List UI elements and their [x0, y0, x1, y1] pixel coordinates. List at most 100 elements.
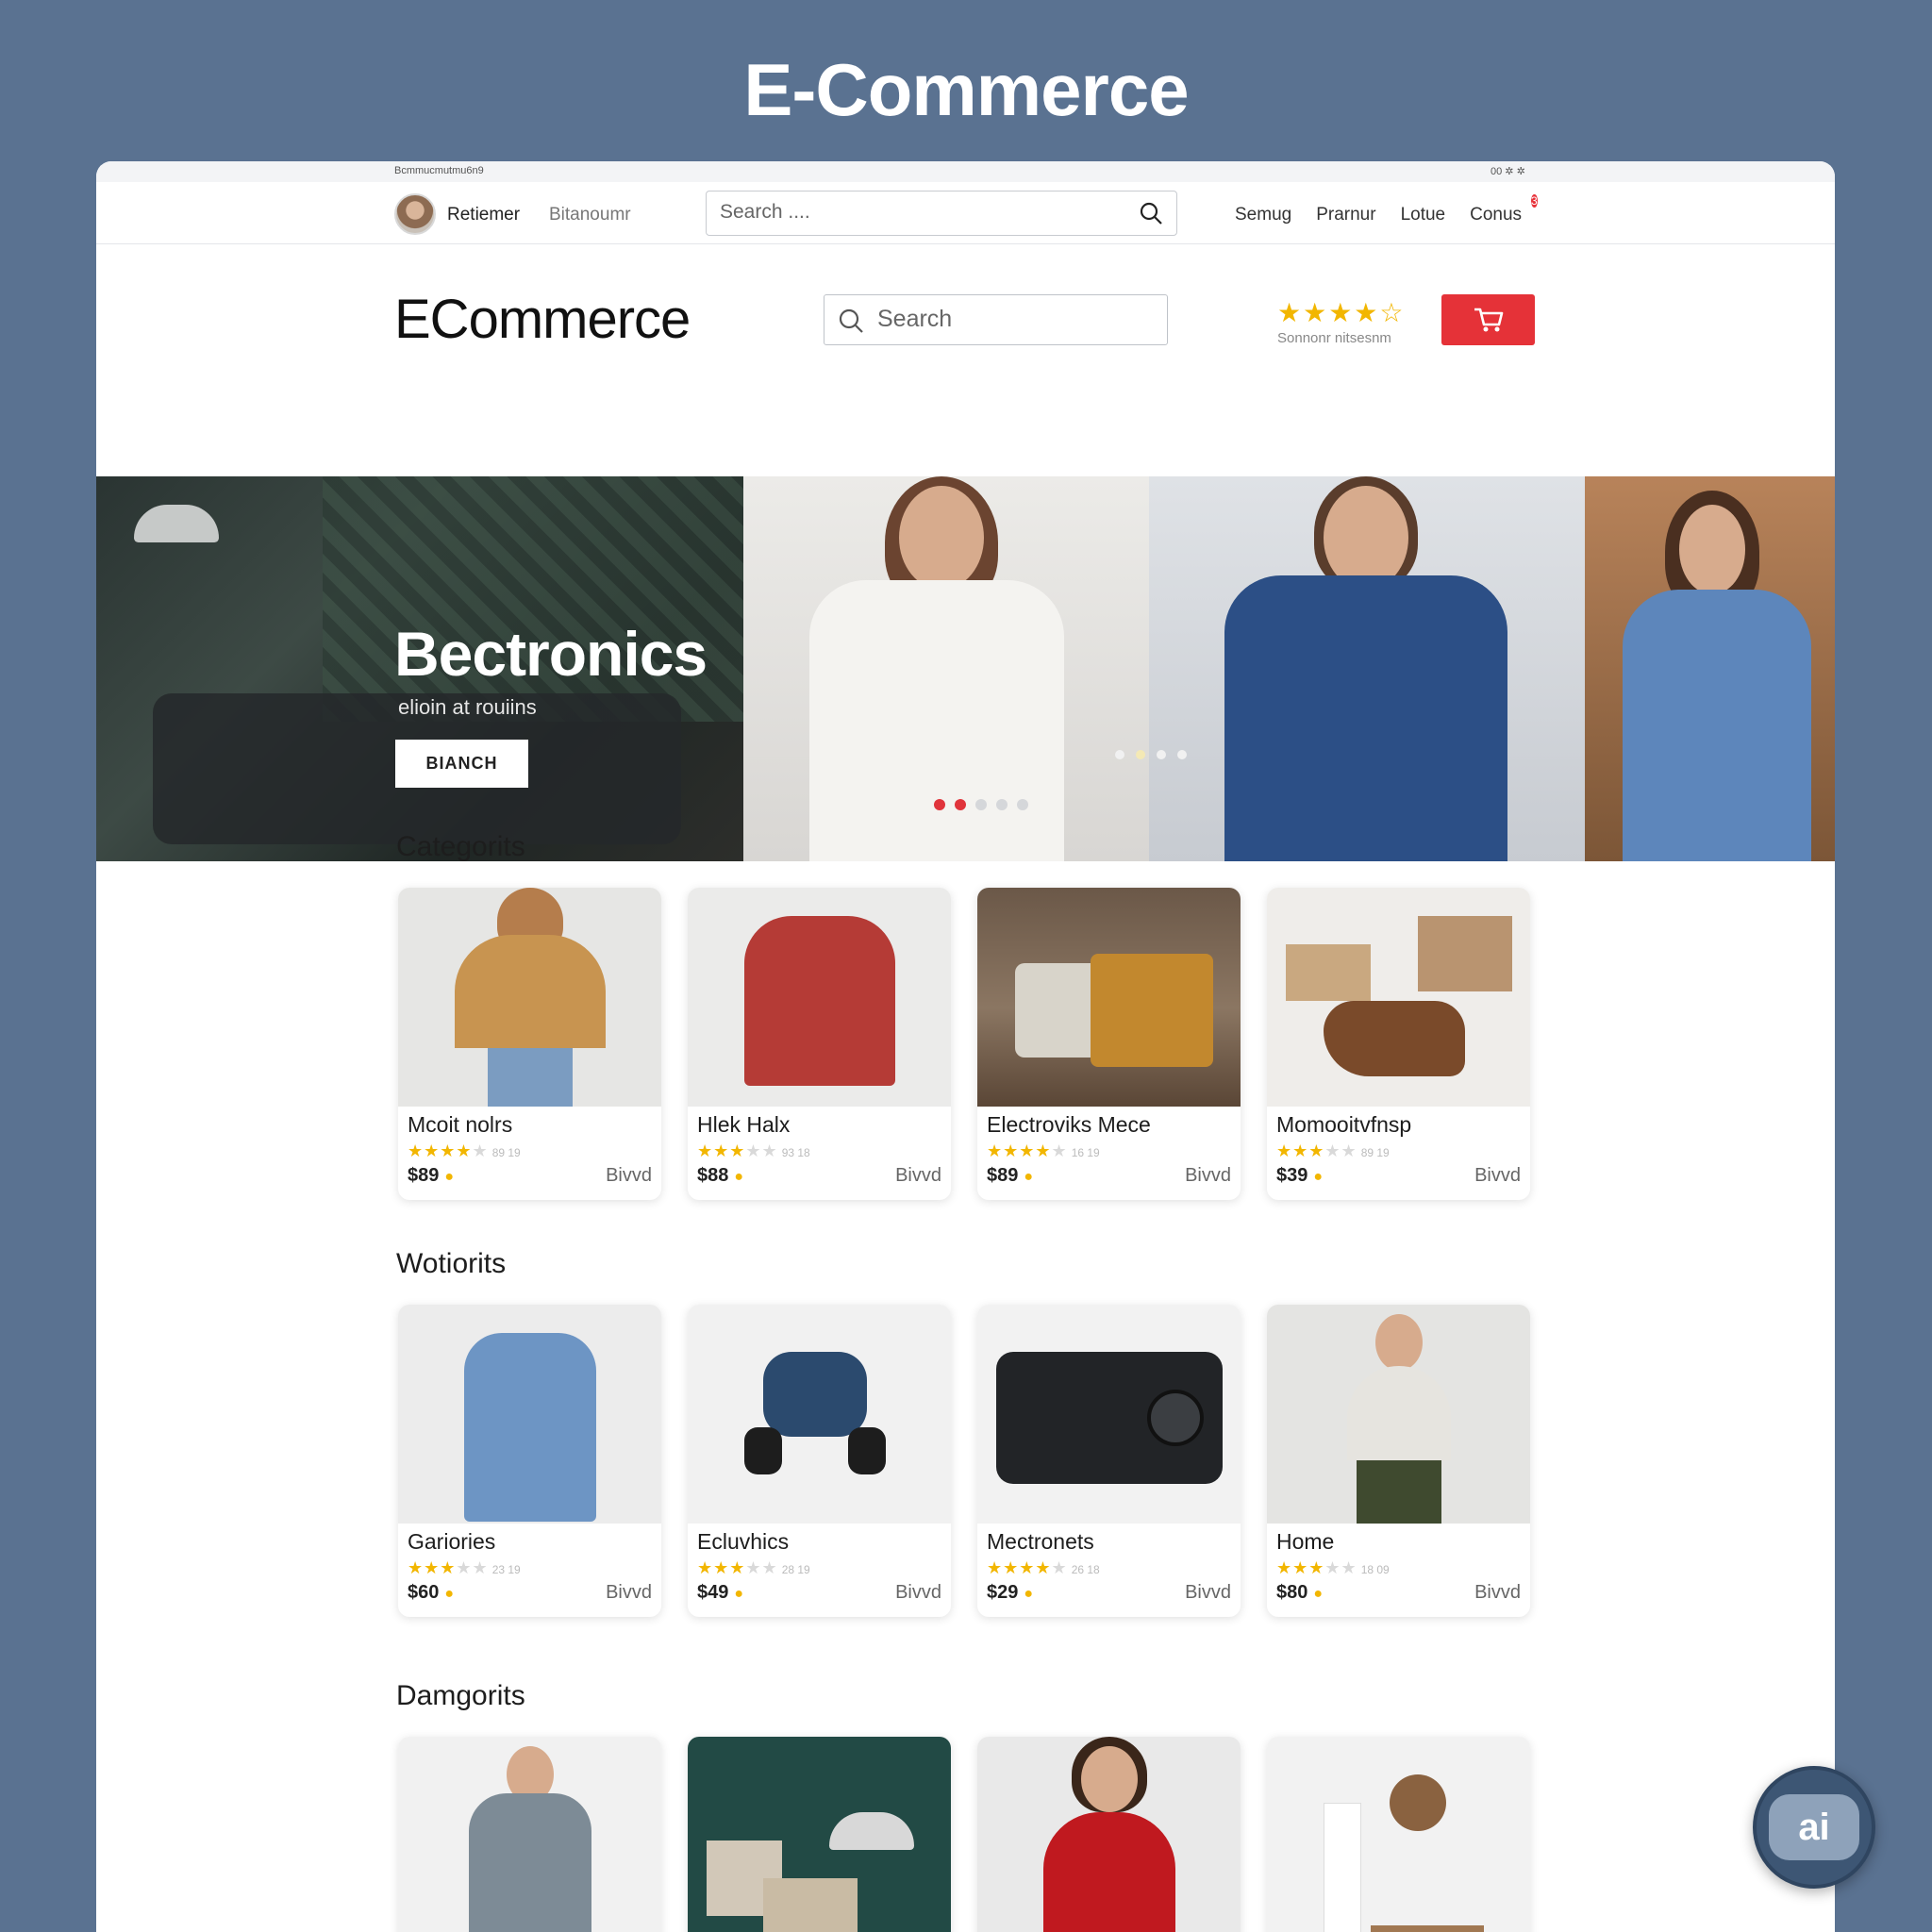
avatar[interactable]: [394, 193, 436, 235]
carousel-dot[interactable]: [934, 799, 945, 810]
product-rating: ★★★★★ 16 19: [977, 1138, 1241, 1161]
rating-label: Sonnonr nitsesnm: [1277, 330, 1391, 346]
product-card[interactable]: Hlek Halx ★★★★★ 93 18 $88 ● Bivvd: [688, 888, 951, 1200]
carousel-dot[interactable]: [955, 799, 966, 810]
product-rating: ★★★★★ 23 19: [398, 1555, 661, 1578]
product-name: Gariories: [408, 1529, 496, 1554]
carousel-dot[interactable]: [975, 799, 987, 810]
product-image: [688, 888, 951, 1107]
product-card[interactable]: [977, 1737, 1241, 1932]
rating-stars: ★★★: [697, 1558, 746, 1577]
rating-stars-empty: ★★: [1324, 1141, 1357, 1160]
rating-widget: ★★★★☆ Sonnonr nitsesnm: [1277, 297, 1406, 346]
product-name: Momooitvfnsp: [1276, 1112, 1412, 1137]
product-action-link[interactable]: Bivvd: [895, 1165, 941, 1187]
product-card[interactable]: [1267, 1737, 1530, 1932]
product-price: $29 ●: [987, 1582, 1034, 1603]
nav-search-input[interactable]: [707, 192, 1084, 233]
carousel-pagination: [934, 799, 1028, 810]
rating-count: 89 19: [1360, 1146, 1390, 1159]
top-link-lotue[interactable]: Lotue: [1401, 205, 1446, 226]
product-rating: ★★★★★ 26 18: [977, 1555, 1241, 1578]
product-price: $39 ●: [1276, 1165, 1324, 1186]
rating-stars: ★★★: [697, 1141, 746, 1160]
rating-stars: ★★★★: [408, 1141, 473, 1160]
product-card[interactable]: [688, 1737, 951, 1932]
product-card[interactable]: [398, 1737, 661, 1932]
slide-dots: [1115, 750, 1187, 759]
product-image: [688, 1737, 951, 1932]
product-image: [398, 1737, 661, 1932]
product-card[interactable]: Home ★★★★★ 18 09 $80 ● Bivvd: [1267, 1305, 1530, 1617]
product-image: [977, 1737, 1241, 1932]
top-sub-brand[interactable]: Bitanoumr: [549, 205, 631, 225]
carousel-dot[interactable]: [996, 799, 1008, 810]
top-link-prarnur[interactable]: Prarnur: [1316, 205, 1375, 226]
product-action-link[interactable]: Bivvd: [1474, 1165, 1521, 1187]
rating-stars-empty: ★: [472, 1141, 489, 1160]
product-grid: Mcoit nolrs ★★★★★ 89 19 $89 ● Bivvd Hlek Ha…: [398, 888, 1530, 1200]
status-right-text: 00 ✲ ✲: [1491, 166, 1525, 177]
product-action-link[interactable]: Bivvd: [1474, 1582, 1521, 1604]
product-card[interactable]: Electroviks Mece ★★★★★ 16 19 $89 ● Bivvd: [977, 888, 1241, 1200]
product-price: $88 ●: [697, 1165, 744, 1186]
product-image: [977, 1305, 1241, 1524]
product-card[interactable]: Momooitvfnsp ★★★★★ 89 19 $39 ● Bivvd: [1267, 888, 1530, 1200]
lamp-image: [134, 505, 219, 542]
hero-slide-man-denim: [1149, 476, 1585, 861]
hero-cta-button[interactable]: BIANCH: [395, 740, 528, 788]
top-link-conus[interactable]: Conus 3: [1470, 194, 1538, 226]
product-action-link[interactable]: Bivvd: [1185, 1582, 1231, 1604]
slide-dot[interactable]: [1177, 750, 1187, 759]
rating-stars: ★★★: [1276, 1558, 1325, 1577]
product-image: [977, 888, 1241, 1107]
search-icon[interactable]: [1139, 201, 1163, 225]
slide-dot[interactable]: [1115, 750, 1124, 759]
cart-button[interactable]: [1441, 294, 1535, 345]
product-rating: ★★★★★ 93 18: [688, 1138, 951, 1161]
section-title: Wotiorits: [396, 1248, 507, 1279]
search-icon: [839, 308, 863, 333]
product-price: $49 ●: [697, 1582, 744, 1603]
product-action-link[interactable]: Bivvd: [1185, 1165, 1231, 1187]
hero-slide-woman-overalls: [1585, 476, 1835, 861]
product-grid: [398, 1737, 1530, 1932]
product-card[interactable]: Mcoit nolrs ★★★★★ 89 19 $89 ● Bivvd: [398, 888, 661, 1200]
rating-count: 26 18: [1071, 1563, 1100, 1576]
top-links: Semug Prarnur Lotue Conus 3: [1235, 194, 1538, 226]
rating-stars-empty: ★★: [456, 1558, 489, 1577]
slide-dot[interactable]: [1136, 750, 1145, 759]
rating-stars-empty: ★★: [1324, 1558, 1357, 1577]
product-rating: ★★★★★ 18 09: [1267, 1555, 1530, 1578]
ai-cart-fab[interactable]: ai: [1753, 1766, 1875, 1889]
product-action-link[interactable]: Bivvd: [606, 1582, 652, 1604]
fab-label: ai: [1798, 1806, 1830, 1848]
rating-count: 89 19: [491, 1146, 521, 1159]
hero-title: Bectronics: [394, 619, 708, 689]
product-name: Mcoit nolrs: [408, 1112, 513, 1137]
product-action-link[interactable]: Bivvd: [606, 1165, 652, 1187]
product-card[interactable]: Ecluvhics ★★★★★ 28 19 $49 ● Bivvd: [688, 1305, 951, 1617]
product-image: [688, 1305, 951, 1524]
product-name: Home: [1276, 1529, 1335, 1554]
product-image: [1267, 888, 1530, 1107]
cart-icon: [1474, 308, 1503, 332]
main-search-input[interactable]: [877, 295, 1160, 342]
section-title: Categorits: [396, 831, 525, 862]
carousel-dot[interactable]: [1017, 799, 1028, 810]
section-title: Damgorits: [396, 1680, 525, 1711]
product-name: Mectronets: [987, 1529, 1094, 1554]
rating-count: 28 19: [781, 1563, 810, 1576]
hero-subtitle: elioin at rouiins: [398, 695, 537, 719]
product-card[interactable]: Gariories ★★★★★ 23 19 $60 ● Bivvd: [398, 1305, 661, 1617]
product-card[interactable]: Mectronets ★★★★★ 26 18 $29 ● Bivvd: [977, 1305, 1241, 1617]
rating-count: 93 18: [781, 1146, 810, 1159]
top-link-semug[interactable]: Semug: [1235, 205, 1291, 226]
top-brand[interactable]: Retiemer: [447, 205, 520, 225]
top-link-conus-label[interactable]: Conus: [1470, 205, 1522, 225]
rating-stars: ★★★: [1276, 1141, 1325, 1160]
rating-stars: ★★★: [408, 1558, 457, 1577]
slide-dot[interactable]: [1157, 750, 1166, 759]
product-action-link[interactable]: Bivvd: [895, 1582, 941, 1604]
site-logo[interactable]: ECommerce: [394, 288, 691, 351]
